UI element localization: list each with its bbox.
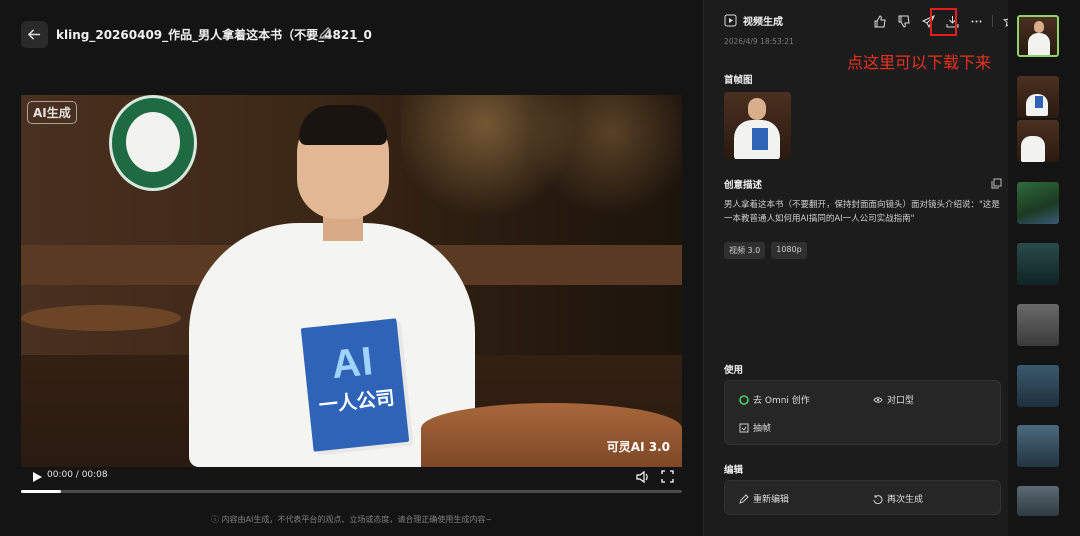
- volume-icon[interactable]: [636, 470, 650, 484]
- video-area: kling_20260409_作品_男人拿着这本书（不要_4821_0 AI 一…: [0, 0, 703, 536]
- re-edit-button[interactable]: 重新编辑: [739, 492, 789, 505]
- thumbs-down-icon[interactable]: [896, 13, 912, 29]
- book: AI 一人公司: [300, 318, 410, 452]
- pencil-icon[interactable]: [318, 26, 332, 40]
- omni-create-button[interactable]: 去 Omni 创作: [739, 393, 810, 406]
- generation-date: 2026/4/9 18:53:21: [724, 37, 794, 46]
- regenerate-button[interactable]: 再次生成: [873, 492, 923, 505]
- copy-icon[interactable]: [991, 178, 1002, 189]
- first-frame-thumbnail[interactable]: [724, 92, 791, 159]
- lip-sync-button[interactable]: 对口型: [873, 393, 914, 406]
- video-generation-icon: [724, 14, 737, 27]
- generation-type: 视频生成: [743, 17, 783, 28]
- use-label: 使用: [724, 365, 744, 376]
- thumbnail-item[interactable]: [1017, 15, 1059, 57]
- first-frame-label: 首帧图: [724, 75, 753, 86]
- cafe-logo: [109, 95, 197, 191]
- arrow-left-icon: [28, 29, 41, 40]
- download-highlight-box: [930, 8, 957, 36]
- tag-resolution: 1080p: [771, 242, 807, 259]
- history-thumbnails: [1008, 0, 1080, 536]
- thumbnail-item[interactable]: [1017, 486, 1059, 516]
- refresh-icon: [873, 494, 883, 504]
- pencil-icon: [739, 493, 749, 504]
- progress-fill: [21, 490, 61, 493]
- details-panel: 视频生成 2026/4/9 18:53:21 点这里可以下载下来 首帧图 创意描…: [703, 0, 1016, 536]
- back-button[interactable]: [21, 21, 48, 48]
- download-annotation: 点这里可以下载下来: [847, 53, 992, 72]
- ai-watermark: AI生成: [27, 101, 77, 124]
- ai-disclaimer: ⓘ 内容由AI生成，不代表平台的观点、立场或态度，请合理正确使用生成内容~: [210, 515, 493, 524]
- creative-description-label: 创意描述: [724, 180, 763, 191]
- video-player[interactable]: AI 一人公司 AI生成 可灵AI 3.0: [21, 95, 682, 467]
- thumbnail-item[interactable]: [1017, 243, 1059, 285]
- thumbnail-item[interactable]: [1017, 425, 1059, 467]
- video-progress-bar[interactable]: [21, 490, 682, 493]
- omni-icon: [739, 394, 749, 405]
- kling-watermark: 可灵AI 3.0: [606, 440, 670, 454]
- frame-icon: [739, 423, 749, 432]
- edit-actions-box: 重新编辑 再次生成: [724, 480, 1001, 515]
- extract-frame-button[interactable]: 抽帧: [739, 421, 771, 434]
- eye-icon: [873, 396, 883, 403]
- thumbnail-item[interactable]: [1017, 365, 1059, 407]
- tag-list: 视频 3.0 1080p: [724, 242, 807, 259]
- creative-description: 男人拿着这本书（不要翻开，保持封面面向镜头）面对镜头介绍说："这是一本教普通人如…: [724, 200, 1000, 224]
- thumbnail-item[interactable]: [1017, 120, 1059, 162]
- thumbnail-item[interactable]: [1017, 182, 1059, 224]
- tag-model: 视频 3.0: [724, 242, 766, 259]
- thumbnail-item[interactable]: [1017, 76, 1059, 118]
- cafe-table: [421, 403, 682, 467]
- play-icon[interactable]: [31, 471, 43, 483]
- video-time: 00:00 / 00:08: [47, 470, 108, 480]
- use-actions-box: 去 Omni 创作 对口型 抽帧: [724, 380, 1001, 445]
- thumbs-up-icon[interactable]: [872, 13, 888, 29]
- fullscreen-icon[interactable]: [661, 470, 674, 483]
- thumbnail-item[interactable]: [1017, 304, 1059, 346]
- more-icon[interactable]: [968, 13, 984, 29]
- divider: [992, 15, 993, 27]
- edit-label: 编辑: [724, 465, 744, 476]
